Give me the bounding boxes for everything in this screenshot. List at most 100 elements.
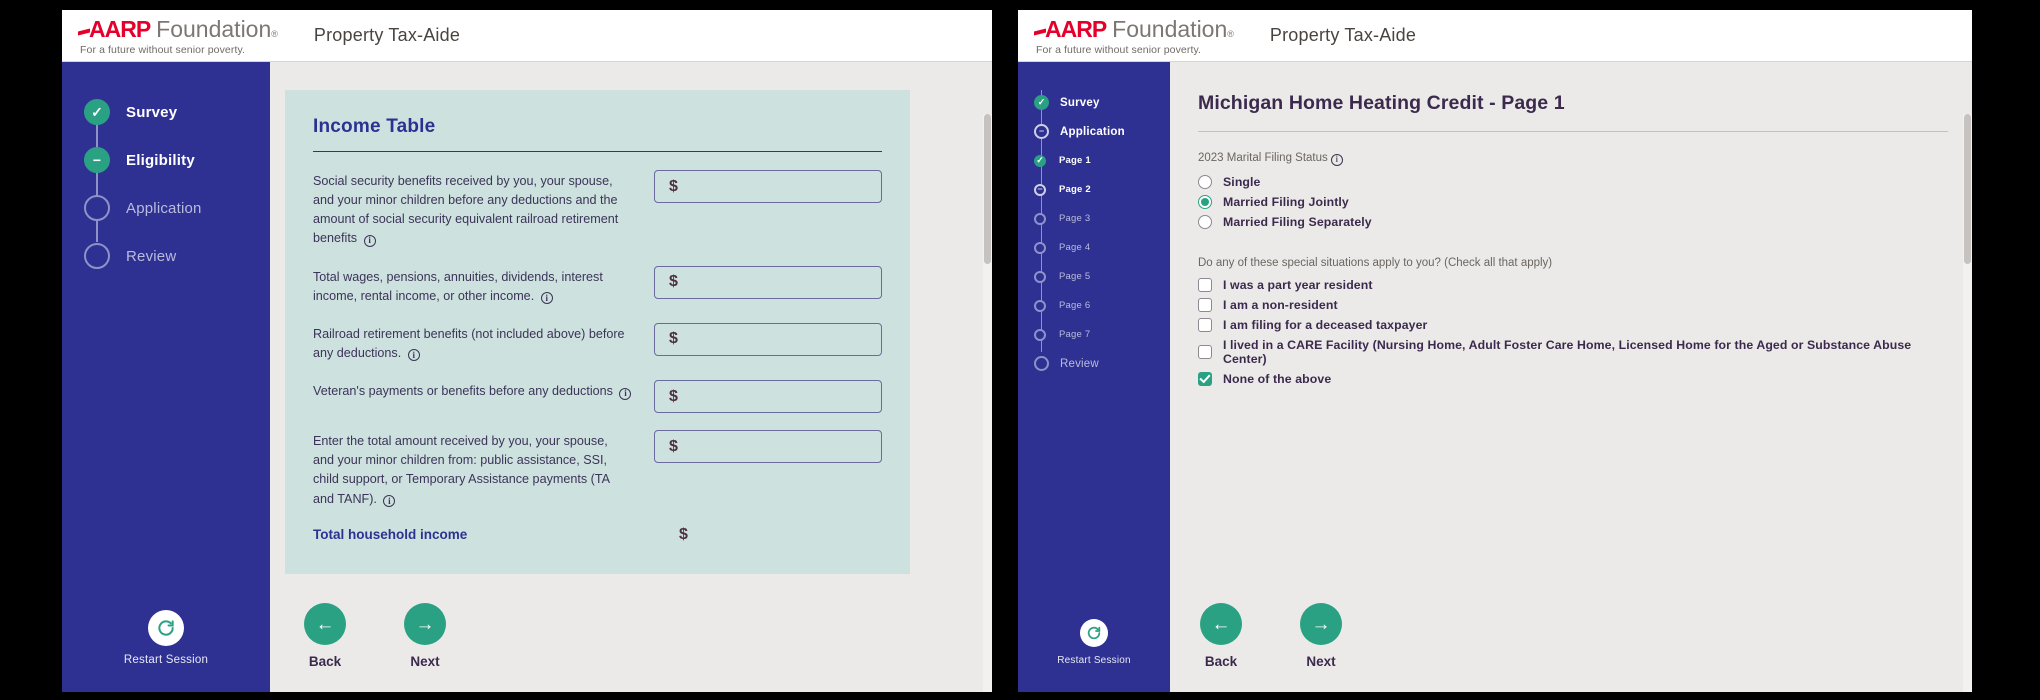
sidebar-step-application[interactable]: Application bbox=[62, 184, 270, 232]
info-icon[interactable]: i bbox=[1330, 153, 1343, 166]
restart-session-left[interactable]: Restart Session bbox=[62, 610, 270, 692]
sidebar-step-label: Review bbox=[1060, 357, 1099, 370]
income-question-label: Veteran's payments or benefits before an… bbox=[313, 380, 632, 401]
brand-logo-right: AARP Foundation ® For a future without s… bbox=[1018, 16, 1234, 56]
next-button-right[interactable]: → Next bbox=[1300, 603, 1342, 669]
checkbox-option-0[interactable]: I was a part year resident bbox=[1198, 277, 1948, 292]
back-button-right[interactable]: ← Back bbox=[1200, 603, 1242, 669]
arrow-left-icon: ← bbox=[1200, 603, 1242, 645]
marital-filing-status-group: Single Married Filing Jointly Married Fili… bbox=[1198, 174, 1948, 229]
brand-foundation-text: Foundation bbox=[156, 15, 272, 42]
checkbox-icon[interactable] bbox=[1198, 344, 1212, 359]
checkbox-icon[interactable] bbox=[1198, 297, 1212, 312]
screenshot-stage: AARP Foundation ® For a future without s… bbox=[0, 0, 2040, 700]
sidebar-left: ✓ Survey − Eligibility Application Review Res… bbox=[62, 62, 270, 692]
income-row: Railroad retirement benefits (not includ… bbox=[313, 322, 882, 363]
window-right-application: AARP Foundation ® For a future without s… bbox=[1018, 10, 1972, 692]
info-icon[interactable]: i bbox=[407, 349, 420, 362]
radio-button-icon[interactable] bbox=[1198, 174, 1212, 189]
app-title-right: Property Tax-Aide bbox=[1269, 25, 1417, 45]
income-question-label: Total wages, pensions, annuities, divide… bbox=[313, 269, 603, 305]
restart-session-right[interactable]: Restart Session bbox=[1018, 619, 1170, 692]
sidebar-step-review[interactable]: Review bbox=[62, 232, 270, 280]
checkbox-icon[interactable] bbox=[1198, 277, 1212, 292]
empty-circle-icon bbox=[1034, 299, 1046, 312]
radio-button-icon[interactable] bbox=[1198, 194, 1212, 209]
checkbox-option-4[interactable]: None of the above bbox=[1198, 371, 1948, 386]
vertical-scrollbar-right[interactable] bbox=[1963, 114, 1972, 692]
income-amount-input[interactable]: $ bbox=[654, 170, 882, 203]
income-amount-input[interactable]: $ bbox=[654, 380, 882, 414]
marital-filing-status-text: 2023 Marital Filing Status bbox=[1198, 152, 1328, 164]
brand-foundation-text: Foundation bbox=[1112, 15, 1228, 42]
checkbox-option-1[interactable]: I am a non-resident bbox=[1198, 297, 1948, 312]
info-icon[interactable]: i bbox=[540, 292, 553, 305]
heating-credit-form: Michigan Home Heating Credit - Page 1 20… bbox=[1170, 62, 1972, 386]
minus-circle-icon: − bbox=[1034, 124, 1049, 139]
info-icon[interactable]: i bbox=[383, 495, 396, 508]
radio-option-married-filing-jointly[interactable]: Married Filing Jointly bbox=[1198, 194, 1948, 209]
checkbox-option-label: I am a non-resident bbox=[1223, 297, 1338, 312]
sidebar-step-label: Page 6 bbox=[1059, 300, 1091, 311]
income-field-wrap: $ bbox=[654, 322, 882, 356]
empty-circle-icon bbox=[1034, 270, 1046, 283]
income-field-wrap: $ bbox=[654, 170, 882, 203]
next-button-left[interactable]: → Next bbox=[404, 603, 446, 669]
info-icon[interactable]: i bbox=[363, 234, 376, 247]
restart-icon bbox=[1080, 619, 1108, 647]
sidebar-step-eligibility[interactable]: − Eligibility bbox=[62, 136, 270, 184]
trademark-mark: ® bbox=[1227, 28, 1234, 39]
sidebar-step-review[interactable]: Review bbox=[1018, 349, 1170, 378]
income-amount-input[interactable]: $ bbox=[654, 265, 882, 299]
checkbox-option-label: I was a part year resident bbox=[1223, 277, 1373, 292]
checkbox-icon[interactable] bbox=[1198, 317, 1212, 332]
checkbox-option-label: I am filing for a deceased taxpayer bbox=[1223, 317, 1428, 332]
checkbox-option-3[interactable]: I lived in a CARE Facility (Nursing Home… bbox=[1198, 338, 1948, 366]
info-icon[interactable]: i bbox=[619, 387, 632, 400]
back-button-left[interactable]: ← Back bbox=[304, 603, 346, 669]
step-bullet-glyph: − bbox=[1037, 184, 1043, 194]
sidebar-step-label: Application bbox=[1060, 125, 1125, 138]
income-table-card: Income Table Social security benefits re… bbox=[285, 90, 910, 574]
income-amount-input[interactable]: $ bbox=[654, 430, 882, 464]
check-circle-icon: ✓ bbox=[84, 99, 110, 125]
income-rows: Social security benefits received by you… bbox=[313, 170, 882, 509]
sidebar-step-label: Page 3 bbox=[1059, 213, 1091, 224]
restart-session-label: Restart Session bbox=[1057, 655, 1131, 666]
content-right: Michigan Home Heating Credit - Page 1 20… bbox=[1170, 62, 1972, 692]
checkbox-icon[interactable] bbox=[1198, 371, 1212, 386]
empty-circle-icon bbox=[1034, 356, 1049, 371]
sidebar-step-label: Survey bbox=[1060, 96, 1100, 109]
restart-session-label: Restart Session bbox=[123, 654, 209, 666]
scrollbar-thumb[interactable] bbox=[984, 114, 991, 264]
radio-option-label: Single bbox=[1223, 174, 1261, 189]
checkbox-option-2[interactable]: I am filing for a deceased taxpayer bbox=[1198, 317, 1948, 332]
special-situations-label: Do any of these special situations apply… bbox=[1198, 256, 1553, 269]
income-row: Enter the total amount received by you, … bbox=[313, 430, 882, 509]
empty-circle-icon bbox=[84, 243, 110, 269]
page-title: Michigan Home Heating Credit - Page 1 bbox=[1198, 92, 1565, 114]
radio-option-married-filing-separately[interactable]: Married Filing Separately bbox=[1198, 214, 1948, 229]
step-bullet-glyph: ✓ bbox=[1036, 155, 1044, 165]
empty-circle-icon bbox=[1034, 328, 1046, 341]
next-button-label: Next bbox=[1306, 654, 1336, 669]
income-amount-input[interactable]: $ bbox=[654, 322, 882, 356]
sidebar-step-survey[interactable]: ✓ Survey bbox=[62, 88, 270, 136]
sidebar-step-label: Review bbox=[126, 247, 177, 265]
sidebar-step-label: Page 2 bbox=[1059, 184, 1091, 195]
income-row: Veteran's payments or benefits before an… bbox=[313, 380, 882, 414]
total-household-income-label: Total household income bbox=[313, 527, 468, 543]
radio-option-single[interactable]: Single bbox=[1198, 174, 1948, 189]
window-left-eligibility: AARP Foundation ® For a future without s… bbox=[62, 10, 992, 692]
check-circle-icon: ✓ bbox=[1034, 95, 1049, 110]
radio-button-icon[interactable] bbox=[1198, 214, 1212, 229]
sidebar-step-label: Page 5 bbox=[1059, 271, 1091, 282]
radio-option-label: Married Filing Separately bbox=[1223, 214, 1372, 229]
vertical-scrollbar-left[interactable] bbox=[983, 114, 992, 692]
total-household-income-value: $ bbox=[679, 525, 688, 543]
arrow-right-icon: → bbox=[1300, 603, 1342, 645]
scrollbar-thumb[interactable] bbox=[1964, 114, 1971, 264]
checkbox-option-label: I lived in a CARE Facility (Nursing Home… bbox=[1223, 337, 1912, 366]
brand-tagline: For a future without senior poverty. bbox=[80, 43, 246, 56]
minus-circle-icon: − bbox=[84, 147, 110, 173]
